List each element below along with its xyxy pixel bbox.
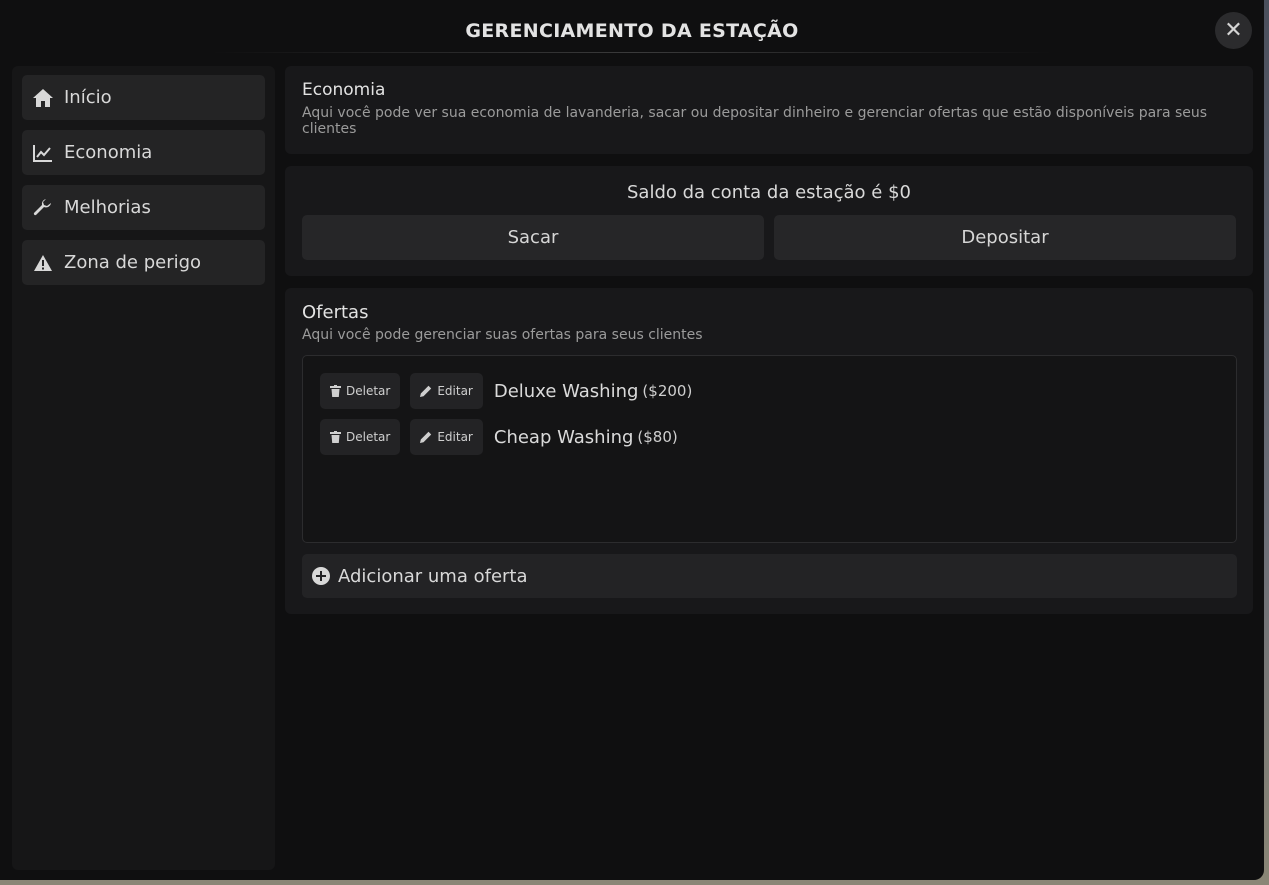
sidebar-item-economia[interactable]: Economia: [22, 130, 265, 175]
offers-heading: Ofertas: [302, 302, 369, 323]
add-offer-label: Adicionar uma oferta: [338, 565, 528, 587]
offer-name: Cheap Washing: [493, 426, 634, 448]
sidebar-item-zona-de-perigo[interactable]: Zona de perigo: [22, 240, 265, 285]
balance-panel: Saldo da conta da estação é $0 Sacar Dep…: [285, 166, 1253, 276]
offer-name: Deluxe Washing: [493, 380, 639, 402]
window-title: GERENCIAMENTO DA ESTAÇÃO: [465, 20, 799, 42]
edit-offer-button[interactable]: Editar: [410, 373, 483, 409]
edit-offer-button[interactable]: Editar: [410, 419, 483, 455]
sidebar-item-label: Início: [64, 87, 112, 108]
line-chart-icon: [32, 142, 54, 164]
delete-label: Deletar: [346, 430, 391, 444]
sidebar: Início Economia Melhorias Zona de perigo: [12, 66, 275, 870]
warning-icon: [32, 252, 54, 274]
offers-list: Deletar Editar Deluxe Washing ($200) Del…: [302, 355, 1237, 543]
economy-heading: Economia: [302, 80, 386, 100]
economy-description: Aqui você pode ver sua economia de lavan…: [302, 105, 1208, 137]
delete-label: Deletar: [346, 384, 391, 398]
title-divider: [210, 52, 1054, 53]
close-icon: ✕: [1224, 18, 1243, 43]
edit-label: Editar: [437, 430, 473, 444]
balance-text: Saldo da conta da estação é $0: [626, 182, 911, 203]
plus-circle-icon: [312, 567, 330, 585]
offer-price: ($80): [637, 428, 678, 446]
sidebar-item-melhorias[interactable]: Melhorias: [22, 185, 265, 230]
sidebar-item-label: Zona de perigo: [64, 252, 202, 273]
trash-icon: [330, 431, 341, 443]
offers-panel: Ofertas Aqui você pode gerenciar suas of…: [285, 288, 1253, 614]
economy-header-panel: Economia Aqui você pode ver sua economia…: [285, 66, 1253, 154]
close-button[interactable]: ✕: [1215, 12, 1252, 49]
pencil-icon: [420, 431, 432, 443]
title-bar: GERENCIAMENTO DA ESTAÇÃO ✕: [0, 0, 1264, 58]
sidebar-item-inicio[interactable]: Início: [22, 75, 265, 120]
add-offer-button[interactable]: Adicionar uma oferta: [302, 554, 1237, 598]
station-management-window: GERENCIAMENTO DA ESTAÇÃO ✕ Início Econom…: [0, 0, 1264, 880]
list-item: Deletar Editar Deluxe Washing ($200): [320, 373, 692, 409]
delete-offer-button[interactable]: Deletar: [320, 373, 401, 409]
offers-description: Aqui você pode gerenciar suas ofertas pa…: [302, 327, 703, 343]
pencil-icon: [420, 385, 432, 397]
offer-price: ($200): [642, 382, 693, 400]
deposit-button[interactable]: Depositar: [774, 215, 1236, 260]
wrench-icon: [32, 197, 54, 219]
home-icon: [32, 87, 54, 109]
sidebar-item-label: Melhorias: [64, 197, 151, 218]
list-item: Deletar Editar Cheap Washing ($80): [320, 419, 678, 455]
delete-offer-button[interactable]: Deletar: [320, 419, 401, 455]
edit-label: Editar: [437, 384, 473, 398]
sidebar-item-label: Economia: [64, 142, 153, 163]
withdraw-button[interactable]: Sacar: [302, 215, 764, 260]
trash-icon: [330, 385, 341, 397]
